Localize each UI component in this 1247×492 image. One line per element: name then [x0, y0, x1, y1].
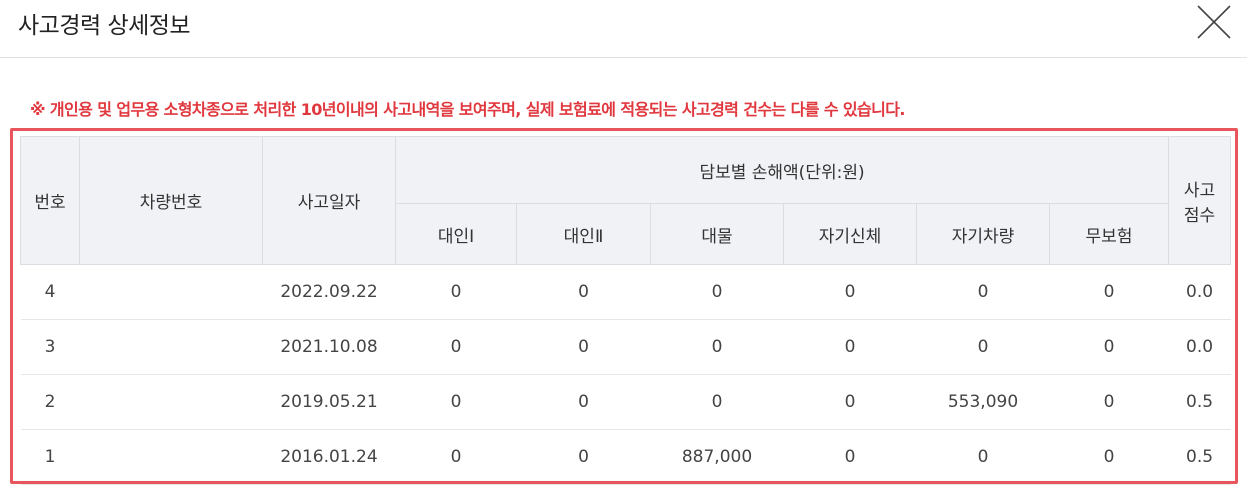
cell-self-body: 0 [783, 319, 917, 375]
header-prop: 대물 [650, 203, 784, 265]
cell-date: 2016.01.24 [262, 429, 396, 485]
cell-d2: 0 [516, 264, 651, 320]
cell-no: 2 [20, 374, 80, 430]
header-loss-group: 담보별 손해액(단위:원) [394, 136, 1170, 204]
cell-self-body: 0 [783, 374, 917, 430]
cell-d1: 0 [395, 319, 517, 375]
cell-d1: 0 [395, 429, 517, 485]
cell-uninsured: 0 [1049, 319, 1169, 375]
cell-car [79, 429, 263, 485]
cell-car [79, 374, 263, 430]
cell-car [79, 264, 263, 320]
dialog-header: 사고경력 상세정보 [0, 0, 1247, 58]
cell-self-car: 0 [916, 264, 1050, 320]
cell-self-car: 0 [916, 429, 1050, 485]
header-no: 번호 [20, 136, 80, 265]
table-row: 2 2019.05.21 0 0 0 0 553,090 0 0.5 [20, 374, 1231, 430]
header-uninsured: 무보험 [1048, 203, 1170, 265]
cell-prop: 0 [650, 319, 784, 375]
cell-self-body: 0 [783, 264, 917, 320]
header-score: 사고 점수 [1168, 136, 1232, 265]
header-score-line1: 사고 [1183, 180, 1216, 201]
table-header-row: 번호 차량번호 사고일자 담보별 손해액(단위:원) 사고 점수 [20, 136, 1232, 265]
cell-uninsured: 0 [1049, 429, 1169, 485]
dialog-title: 사고경력 상세정보 [18, 13, 191, 39]
cell-car [79, 319, 263, 375]
cell-no: 1 [20, 429, 80, 485]
header-self-body: 자기신체 [783, 203, 917, 265]
cell-d2: 0 [516, 319, 651, 375]
cell-no: 4 [20, 264, 80, 320]
cell-prop: 887,000 [650, 429, 784, 485]
cell-uninsured: 0 [1049, 374, 1169, 430]
table-row: 3 2021.10.08 0 0 0 0 0 0 0.0 [20, 319, 1231, 375]
cell-d1: 0 [395, 264, 517, 320]
header-score-line2: 점수 [1183, 205, 1216, 226]
cell-uninsured: 0 [1049, 264, 1169, 320]
close-button[interactable] [1196, 4, 1232, 40]
cell-prop: 0 [650, 374, 784, 430]
cell-no: 3 [20, 319, 80, 375]
cell-self-body: 0 [783, 429, 917, 485]
cell-prop: 0 [650, 264, 784, 320]
cell-self-car: 0 [916, 319, 1050, 375]
header-car: 차량번호 [79, 136, 263, 265]
accident-table-highlight: 번호 차량번호 사고일자 담보별 손해액(단위:원) 사고 점수 대인Ⅰ 대인Ⅱ… [10, 128, 1238, 485]
table-row: 1 2016.01.24 0 0 887,000 0 0 0 0.5 [20, 429, 1231, 485]
cell-date: 2021.10.08 [262, 319, 396, 375]
cell-date: 2022.09.22 [262, 264, 396, 320]
header-d2: 대인Ⅱ [516, 203, 651, 265]
table-row: 4 2022.09.22 0 0 0 0 0 0 0.0 [20, 264, 1231, 320]
cell-score: 0.5 [1168, 374, 1231, 430]
cell-self-car: 553,090 [916, 374, 1050, 430]
cell-score: 0.0 [1168, 264, 1231, 320]
header-self-car: 자기차량 [916, 203, 1050, 265]
cell-date: 2019.05.21 [262, 374, 396, 430]
header-d1: 대인Ⅰ [395, 203, 517, 265]
notice-text: ※ 개인용 및 업무용 소형차종으로 처리한 10년이내의 사고내역을 보여주며… [30, 100, 905, 119]
close-icon [1197, 5, 1231, 39]
header-date: 사고일자 [262, 136, 396, 265]
cell-score: 0.5 [1168, 429, 1231, 485]
cell-d2: 0 [516, 374, 651, 430]
cell-d1: 0 [395, 374, 517, 430]
cell-score: 0.0 [1168, 319, 1231, 375]
cell-d2: 0 [516, 429, 651, 485]
accident-history-table: 번호 차량번호 사고일자 담보별 손해액(단위:원) 사고 점수 대인Ⅰ 대인Ⅱ… [20, 136, 1232, 485]
